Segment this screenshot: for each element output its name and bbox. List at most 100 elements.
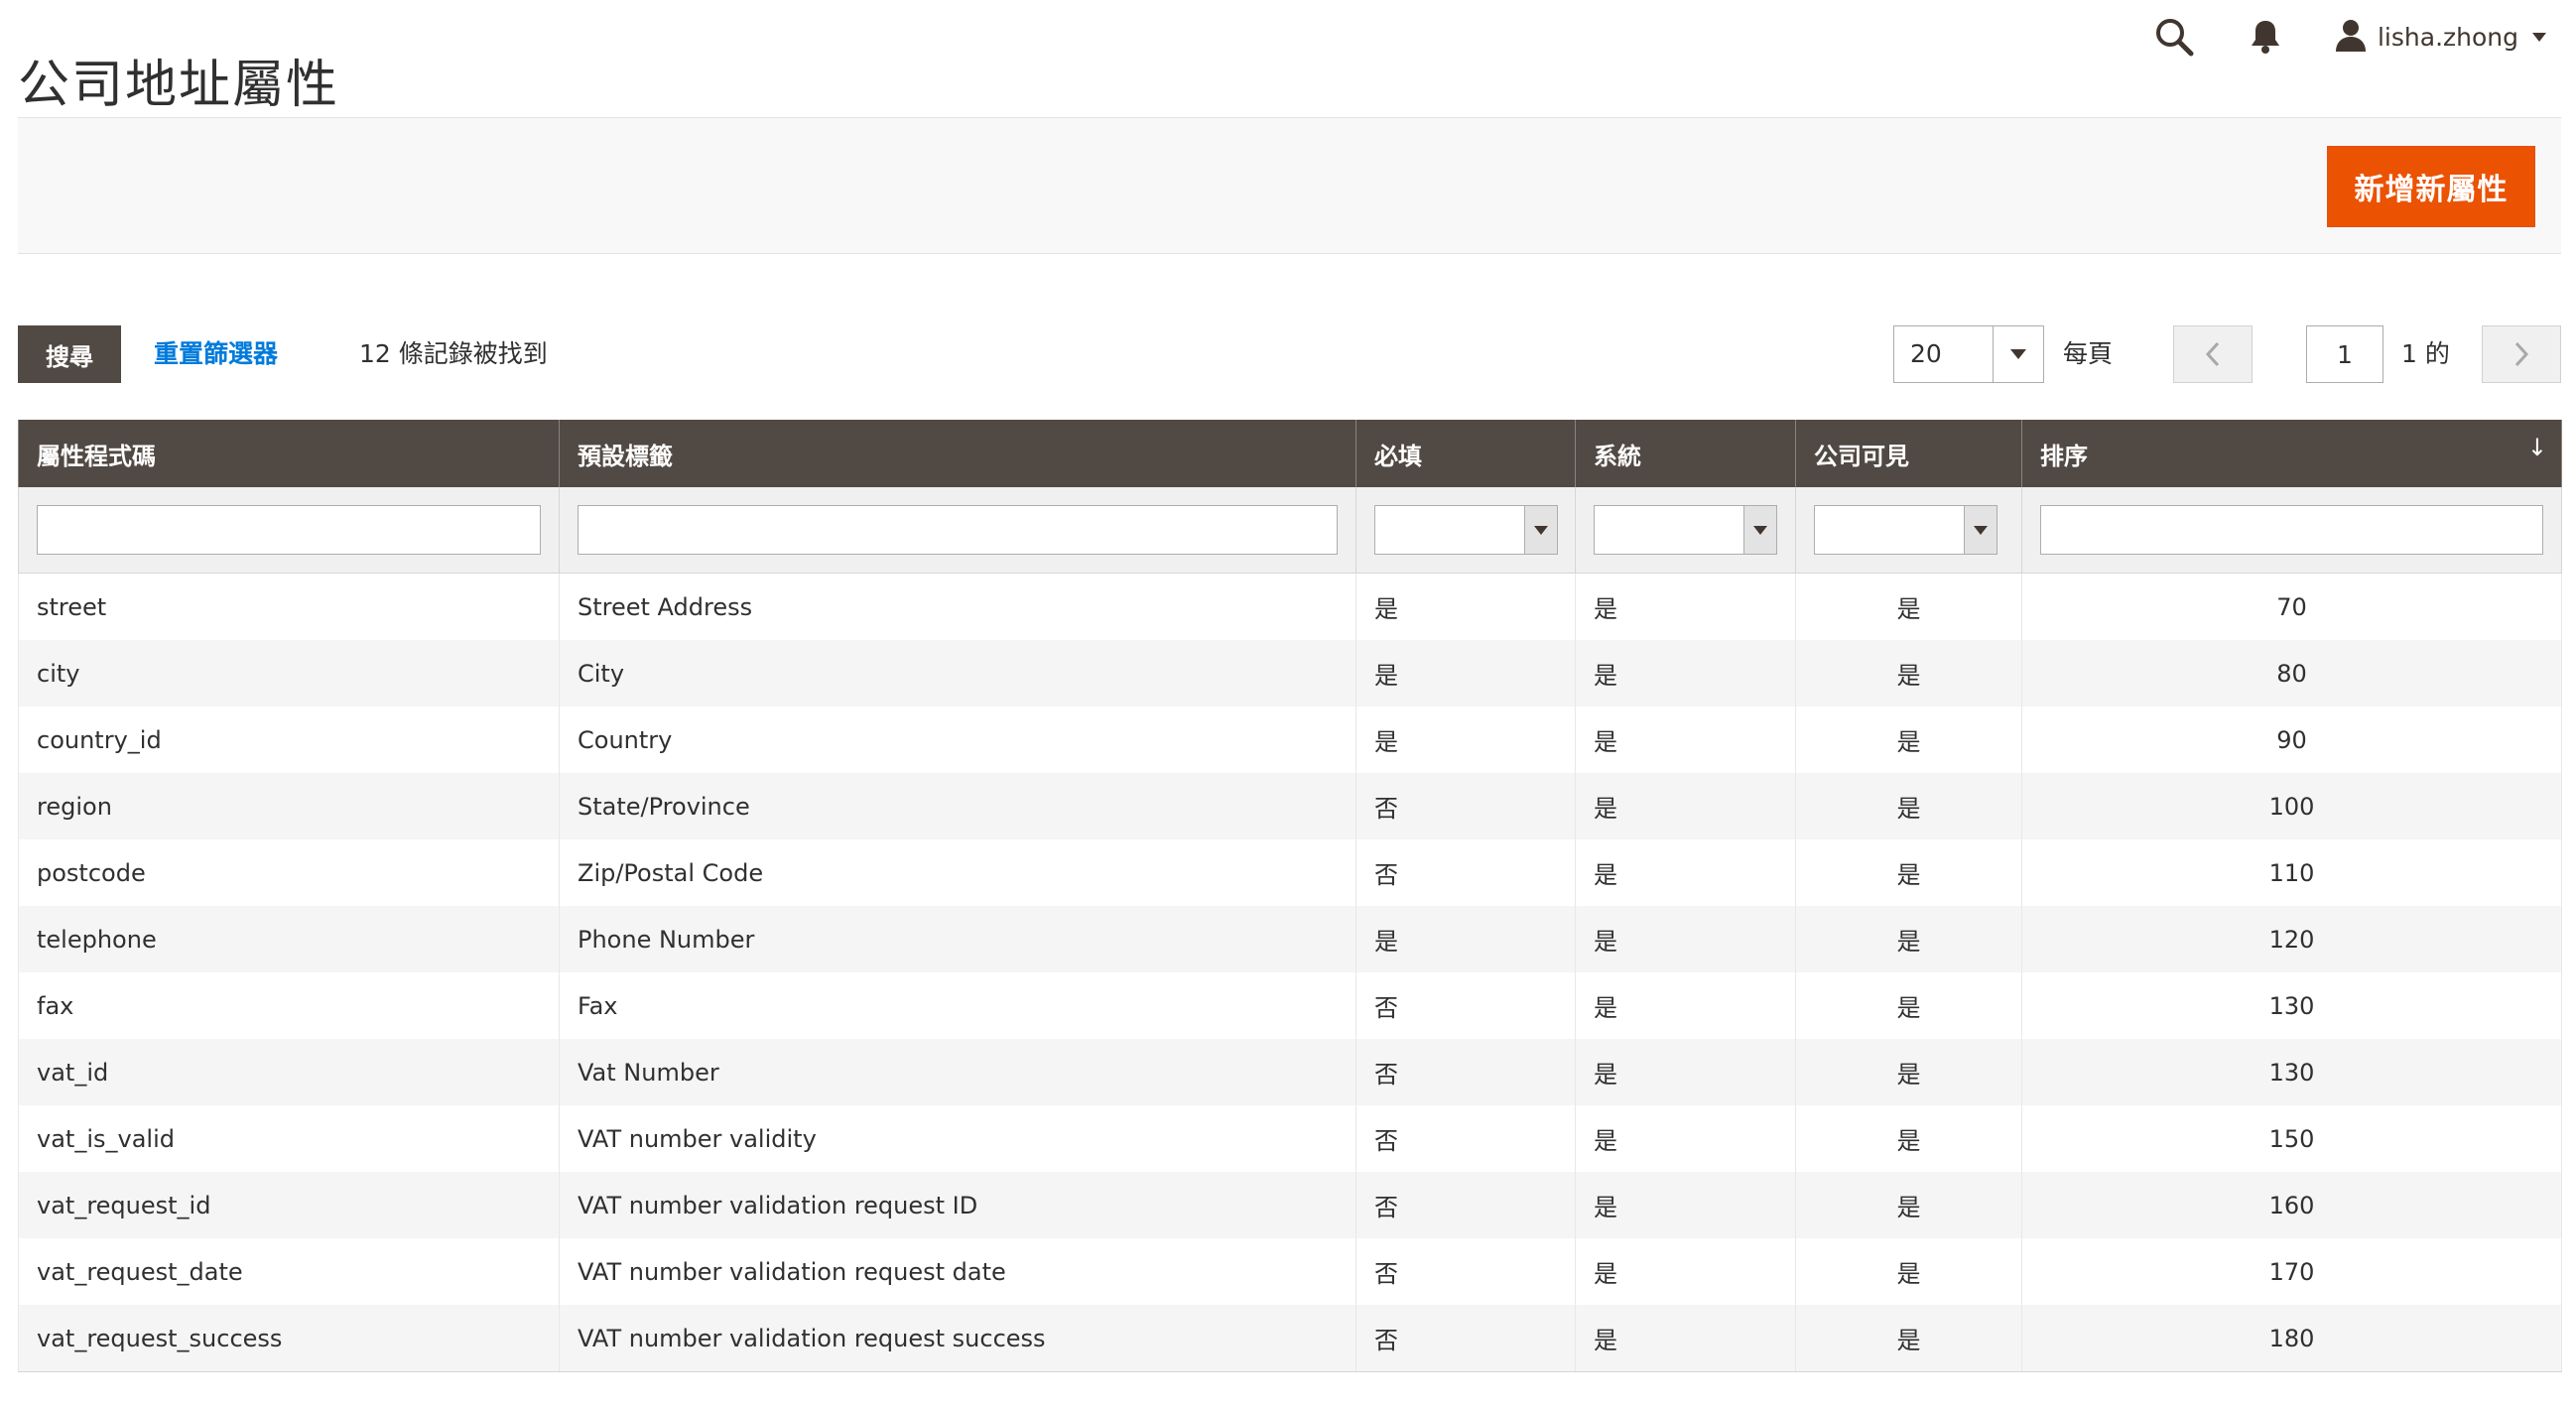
sort-order-cell: 130	[2021, 1039, 2562, 1105]
system-filter-select[interactable]	[1594, 505, 1777, 555]
company-visible-cell: 是	[1795, 773, 2022, 839]
table-row[interactable]: vat_request_id VAT number validation requ…	[18, 1172, 2562, 1238]
company-visible-cell: 是	[1795, 706, 2022, 773]
search-icon[interactable]	[2145, 8, 2203, 65]
chevron-right-icon	[2514, 341, 2529, 367]
user-menu[interactable]: lisha.zhong	[2334, 18, 2546, 56]
required-cell: 否	[1355, 1039, 1576, 1105]
next-page-button[interactable]	[2482, 325, 2561, 383]
required-cell: 否	[1355, 1238, 1576, 1305]
table-row[interactable]: street Street Address 是是是 70	[18, 573, 2562, 640]
table-row[interactable]: city City 是是是 80	[18, 640, 2562, 706]
system-cell: 是	[1575, 1238, 1796, 1305]
system-cell: 是	[1575, 573, 1796, 640]
system-cell: 是	[1575, 1172, 1796, 1238]
attribute-code-cell: vat_request_id	[18, 1172, 560, 1238]
system-cell: 是	[1575, 1305, 1796, 1372]
sort-order-cell: 120	[2021, 906, 2562, 972]
company-visible-cell: 是	[1795, 1238, 2022, 1305]
sort-order-cell: 160	[2021, 1172, 2562, 1238]
page-count: 1 的	[2401, 339, 2450, 368]
page-actions-bar: 新增新屬性	[18, 117, 2561, 254]
column-header-required[interactable]: 必填	[1355, 420, 1576, 487]
required-filter-select[interactable]	[1374, 505, 1558, 555]
system-cell: 是	[1575, 773, 1796, 839]
chevron-left-icon	[2205, 341, 2220, 367]
attribute-code-cell: fax	[18, 972, 560, 1039]
column-header-attribute-code[interactable]: 屬性程式碼	[18, 420, 560, 487]
filter-cell	[1795, 487, 2022, 574]
required-cell: 否	[1355, 839, 1576, 906]
default-label-cell: Fax	[559, 972, 1356, 1039]
default-label-cell: VAT number validation request date	[559, 1238, 1356, 1305]
company-visible-cell: 是	[1795, 573, 2022, 640]
attribute-code-cell: vat_id	[18, 1039, 560, 1105]
chevron-down-icon	[1524, 506, 1557, 554]
filter-row	[18, 487, 2562, 574]
attribute-code-cell: country_id	[18, 706, 560, 773]
reset-filter-link[interactable]: 重置篩選器	[154, 325, 278, 383]
bell-icon[interactable]	[2237, 8, 2294, 65]
column-header-system[interactable]: 系統	[1575, 420, 1796, 487]
default-label-cell: State/Province	[559, 773, 1356, 839]
default-label-filter[interactable]	[578, 505, 1338, 555]
sort-order-filter[interactable]	[2040, 505, 2543, 555]
sort-order-cell: 130	[2021, 972, 2562, 1039]
company-visible-cell: 是	[1795, 1305, 2022, 1372]
sort-order-cell: 100	[2021, 773, 2562, 839]
page-title: 公司地址屬性	[18, 55, 340, 115]
attribute-code-filter[interactable]	[37, 505, 541, 555]
current-page-input[interactable]	[2306, 325, 2383, 383]
company-visible-cell: 是	[1795, 972, 2022, 1039]
table-row[interactable]: postcode Zip/Postal Code 否是是 110	[18, 839, 2562, 906]
default-label-cell: Street Address	[559, 573, 1356, 640]
company-visible-cell: 是	[1795, 906, 2022, 972]
user-icon	[2334, 18, 2368, 56]
table-row[interactable]: country_id Country 是是是 90	[18, 706, 2562, 773]
required-cell: 否	[1355, 773, 1576, 839]
grid-header-row: 屬性程式碼 預設標籤 必填 系統 公司可見 排序 ↓	[18, 420, 2562, 487]
records-found: 12 條記錄被找到	[359, 339, 548, 368]
table-row[interactable]: telephone Phone Number 是是是 120	[18, 906, 2562, 972]
table-row[interactable]: vat_is_valid VAT number validity 否是是 150	[18, 1105, 2562, 1172]
chevron-down-icon	[1964, 506, 1996, 554]
username: lisha.zhong	[2377, 22, 2518, 52]
attribute-code-cell: telephone	[18, 906, 560, 972]
system-cell: 是	[1575, 906, 1796, 972]
grid-toolbar: 搜尋 重置篩選器 12 條記錄被找到 20 每頁 1 的	[18, 325, 2561, 383]
company-visible-cell: 是	[1795, 640, 2022, 706]
chevron-down-icon	[1743, 506, 1776, 554]
table-row[interactable]: fax Fax 否是是 130	[18, 972, 2562, 1039]
company-visible-cell: 是	[1795, 1039, 2022, 1105]
sort-order-cell: 80	[2021, 640, 2562, 706]
required-cell: 是	[1355, 573, 1576, 640]
sort-order-cell: 70	[2021, 573, 2562, 640]
column-header-sort-order[interactable]: 排序 ↓	[2021, 420, 2562, 487]
search-button[interactable]: 搜尋	[18, 325, 121, 383]
attribute-code-cell: vat_is_valid	[18, 1105, 560, 1172]
table-row[interactable]: vat_id Vat Number 否是是 130	[18, 1039, 2562, 1105]
header-actions: lisha.zhong	[2145, 8, 2546, 65]
default-label-cell: VAT number validation request success	[559, 1305, 1356, 1372]
column-header-sort-label: 排序	[2040, 442, 2088, 470]
per-page-select[interactable]: 20	[1893, 325, 2044, 383]
system-cell: 是	[1575, 1105, 1796, 1172]
table-row[interactable]: vat_request_success VAT number validation…	[18, 1305, 2562, 1372]
table-row[interactable]: region State/Province 否是是 100	[18, 773, 2562, 839]
column-header-default-label[interactable]: 預設標籤	[559, 420, 1356, 487]
previous-page-button[interactable]	[2173, 325, 2253, 383]
system-cell: 是	[1575, 640, 1796, 706]
filter-cell	[1355, 487, 1576, 574]
required-cell: 是	[1355, 640, 1576, 706]
table-row[interactable]: vat_request_date VAT number validation re…	[18, 1238, 2562, 1305]
filter-cell	[2021, 487, 2562, 574]
add-new-attribute-button[interactable]: 新增新屬性	[2327, 146, 2535, 227]
sort-order-cell: 180	[2021, 1305, 2562, 1372]
sort-order-cell: 170	[2021, 1238, 2562, 1305]
default-label-cell: City	[559, 640, 1356, 706]
company-visible-filter-select[interactable]	[1814, 505, 1997, 555]
required-cell: 否	[1355, 1172, 1576, 1238]
per-page-toggle[interactable]	[1993, 326, 2043, 382]
system-cell: 是	[1575, 972, 1796, 1039]
column-header-company-visible[interactable]: 公司可見	[1795, 420, 2022, 487]
